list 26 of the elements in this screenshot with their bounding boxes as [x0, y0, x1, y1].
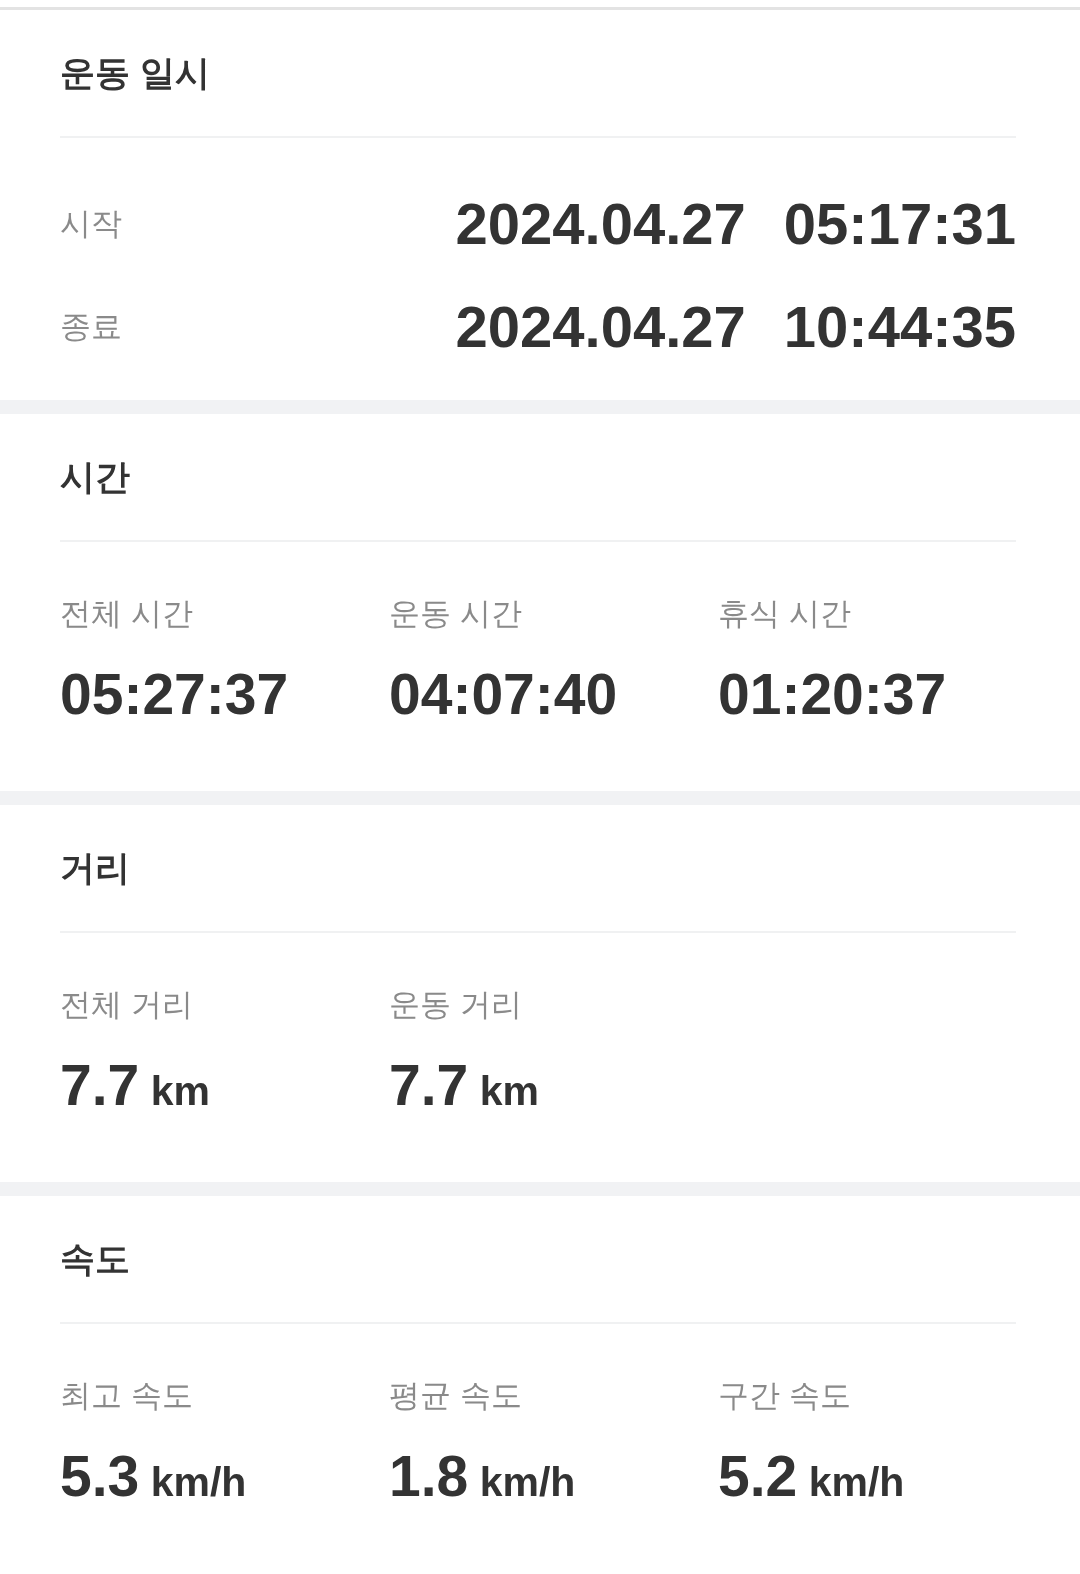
stat-value: 5.2 km/h [718, 1444, 905, 1508]
stat-label: 구간 속도 [718, 1377, 851, 1415]
date-value: 2024.04.27 [455, 293, 746, 360]
row-label: 종료 [60, 307, 122, 346]
stat-label: 운동 거리 [389, 986, 522, 1024]
date-value: 2024.04.27 [455, 190, 746, 257]
time-value: 10:44:35 [783, 293, 1016, 360]
stat-label: 운동 시간 [389, 595, 522, 633]
stat-value: 05:27:37 [60, 662, 289, 726]
stat-value: 5.3 km/h [60, 1444, 247, 1508]
section-title: 시간 [60, 456, 130, 498]
stat-value: 7.7 km [60, 1053, 210, 1117]
row-label: 시작 [60, 204, 122, 243]
stat-value: 01:20:37 [718, 662, 947, 726]
stat-value: 1.8 km/h [389, 1444, 576, 1508]
stat-label: 평균 속도 [389, 1377, 522, 1415]
stat-value: 04:07:40 [389, 662, 618, 726]
stat-label: 휴식 시간 [718, 595, 851, 633]
time-value: 05:17:31 [783, 190, 1016, 257]
section-title: 운동 일시 [60, 52, 210, 94]
section-title: 속도 [60, 1238, 130, 1280]
section-title: 거리 [60, 847, 130, 889]
stat-label: 전체 거리 [60, 986, 193, 1024]
stat-label: 전체 시간 [60, 595, 193, 633]
stat-value: 7.7 km [389, 1053, 539, 1117]
stat-label: 최고 속도 [60, 1377, 193, 1415]
